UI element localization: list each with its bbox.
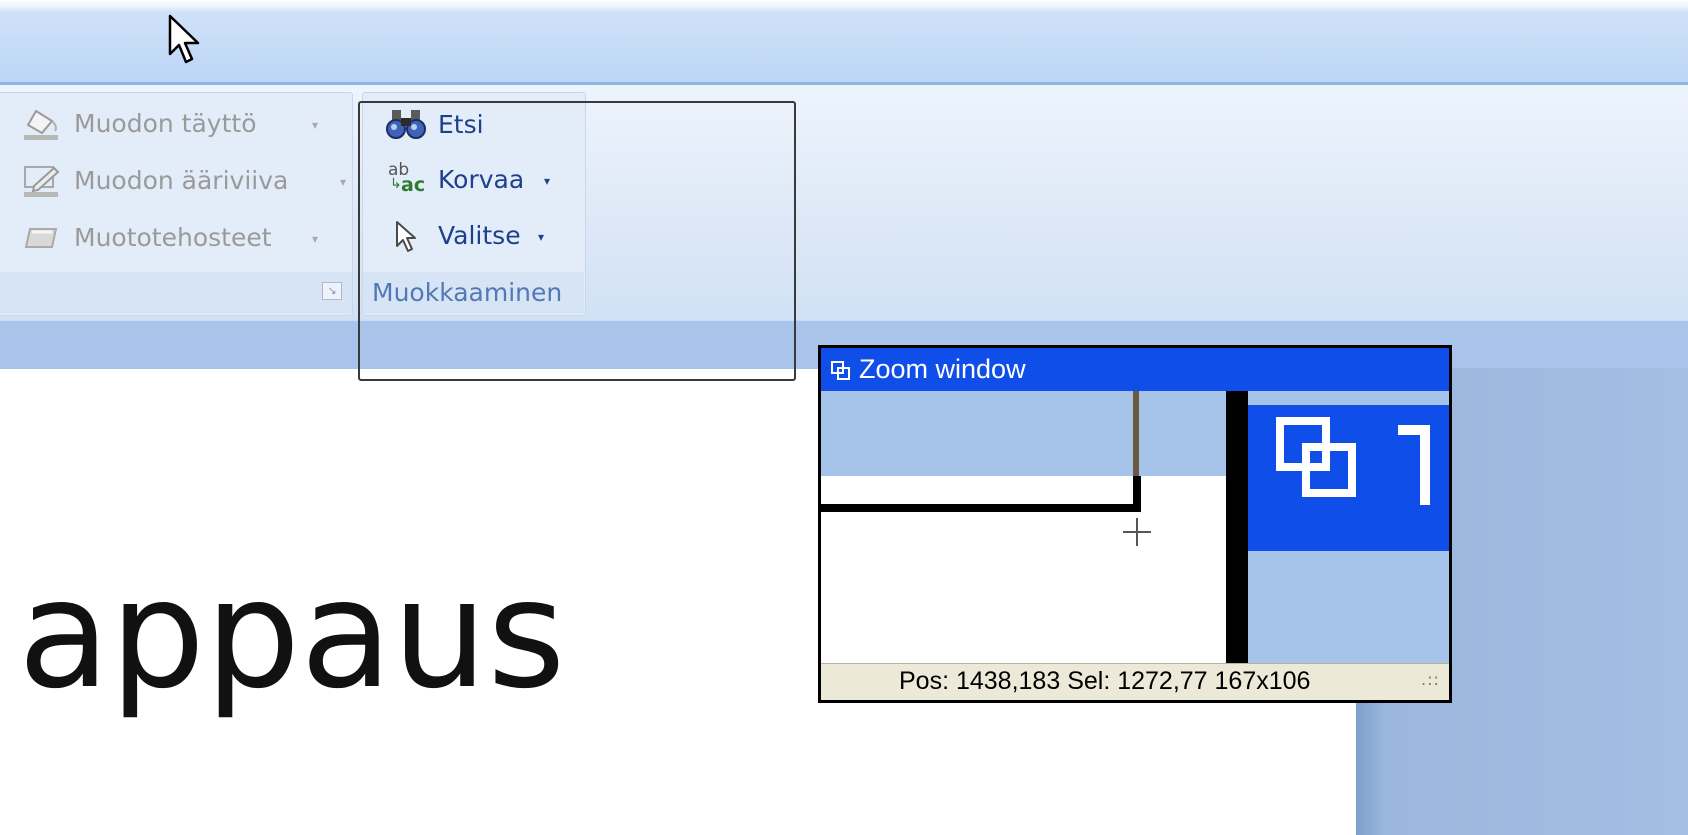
zoom-window-title-bar[interactable]: Zoom window: [821, 348, 1449, 391]
zoom-title-magnified: [1248, 405, 1449, 551]
document-text: appaus: [18, 548, 566, 722]
shape-outline-label: Muodon ääriviiva: [74, 166, 289, 195]
zoom-letter-fragment: [1398, 425, 1430, 505]
drawing-group-footer: [0, 272, 352, 314]
shape-effects-icon: [24, 228, 58, 248]
paint-bucket-icon: [24, 109, 58, 140]
zoom-status-text: Pos: 1438,183 Sel: 1272,77 167x106: [899, 667, 1311, 695]
zoom-magnified-view: [821, 391, 1449, 663]
chevron-down-icon: ▾: [340, 175, 347, 189]
zoom-status-bar: Pos: 1438,183 Sel: 1272,77 167x106 .::: [821, 663, 1449, 700]
selection-rectangle: [358, 101, 796, 381]
zoom-window-title: Zoom window: [859, 354, 1026, 384]
crosshair-icon: [1123, 518, 1151, 546]
zoom-window-icon: [1276, 417, 1356, 497]
zoom-selection-corner: [1133, 476, 1141, 512]
zoom-window-border-magnified: [1226, 391, 1248, 663]
chevron-down-icon: ▾: [312, 232, 319, 246]
mouse-pointer-icon: [168, 14, 200, 64]
pencil-outline-icon: [24, 166, 60, 197]
dialog-launcher-icon[interactable]: ↘: [322, 282, 342, 300]
zoom-window[interactable]: Zoom window Pos: 1438,183 Sel: 1272,77 1…: [818, 345, 1452, 703]
chevron-down-icon: ▾: [312, 118, 319, 132]
zoom-ribbon-band: [821, 391, 1226, 476]
resize-grip-icon[interactable]: .::: [1421, 670, 1440, 689]
title-bar-area: [0, 0, 1688, 82]
shape-fill-label: Muodon täyttö: [74, 109, 257, 138]
zoom-window-icon: [831, 361, 850, 380]
shape-effects-label: Muototehosteet: [74, 223, 272, 252]
zoom-selection-bottom: [821, 504, 1139, 512]
